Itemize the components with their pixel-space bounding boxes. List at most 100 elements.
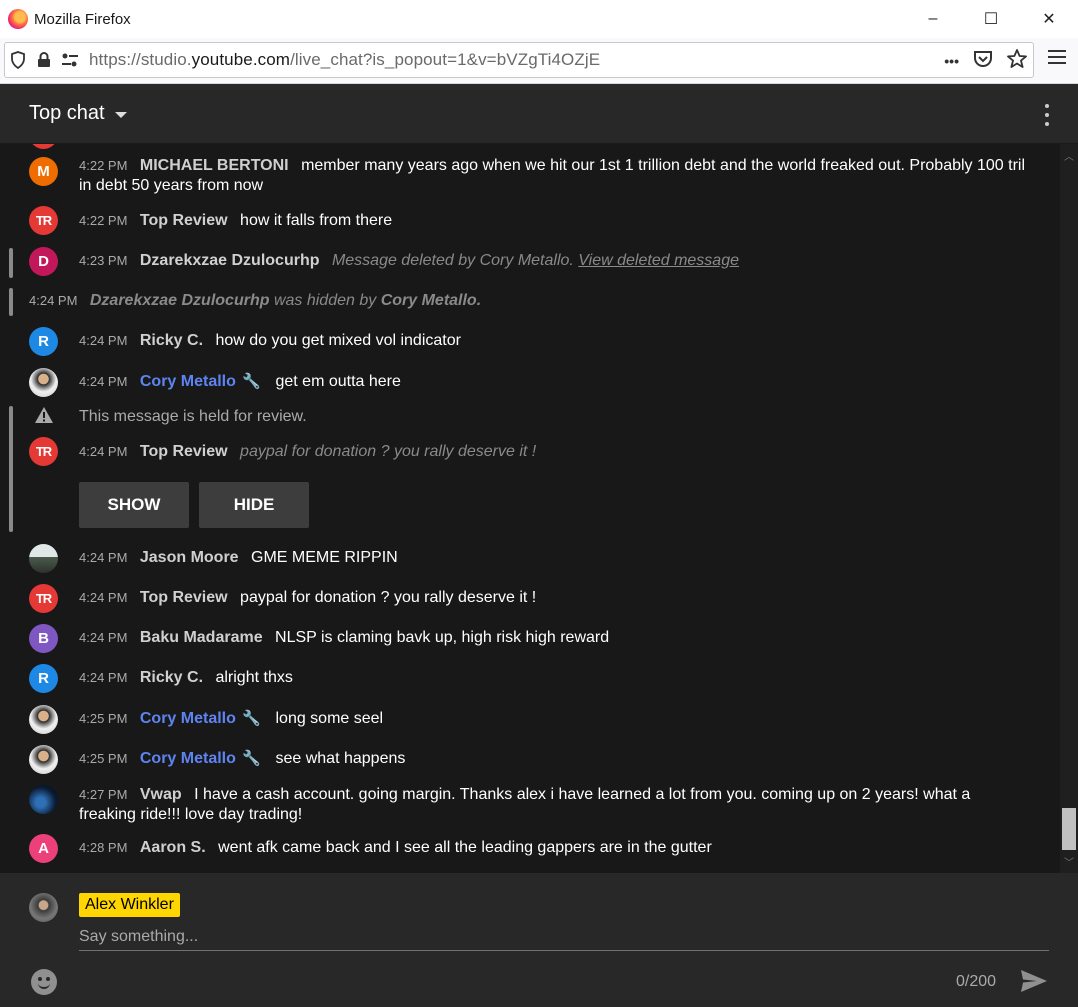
author-name[interactable]: Ricky C. bbox=[140, 332, 203, 349]
chat-message[interactable]: 4:25 PM Cory Metallo 🔧 long some seel bbox=[0, 699, 1060, 739]
warning-icon bbox=[34, 406, 54, 429]
hidden-user-notice: 4:24 PM Dzarekxzae Dzulocurhp was hidden… bbox=[0, 282, 1060, 322]
avatar bbox=[29, 785, 58, 814]
chat-message[interactable]: 4:24 PM Jason Moore GME MEME RIPPIN bbox=[0, 538, 1060, 578]
message-text: NLSP is claming bavk up, high risk high … bbox=[275, 629, 610, 646]
hidden-text: was hidden by bbox=[273, 292, 377, 309]
timestamp: 4:24 PM bbox=[79, 590, 128, 605]
timestamp: 4:27 PM bbox=[79, 787, 128, 802]
chat-message[interactable]: D 4:23 PM Dzarekxzae Dzulocurhp Message … bbox=[0, 242, 1060, 282]
chat-message[interactable]: 4:27 PM Vwap I have a cash account. goin… bbox=[0, 779, 1060, 834]
close-button[interactable]: ✕ bbox=[1020, 0, 1078, 38]
hidden-author: Dzarekxzae Dzulocurhp bbox=[89, 292, 270, 309]
chat-message[interactable]: R 4:24 PM Ricky C. alright thxs bbox=[0, 658, 1060, 698]
message-text: GME MEME RIPPIN bbox=[251, 549, 398, 566]
message-text: went afk came back and I see all the lea… bbox=[218, 839, 712, 856]
chat-composer: Alex Winkler Say something... 0/200 bbox=[0, 873, 1078, 1007]
emoji-icon[interactable] bbox=[31, 969, 57, 995]
hide-button[interactable]: HIDE bbox=[199, 482, 309, 528]
hidden-by: Cory Metallo. bbox=[380, 292, 482, 309]
chat-message[interactable]: B 4:24 PM Baku Madarame NLSP is claming … bbox=[0, 618, 1060, 658]
chat-input[interactable]: Say something... bbox=[79, 925, 1049, 951]
avatar: TR bbox=[29, 584, 58, 613]
author-name[interactable]: Top Review bbox=[140, 443, 228, 460]
scrollbar-thumb[interactable] bbox=[1062, 808, 1076, 850]
author-name[interactable]: Jason Moore bbox=[140, 549, 239, 566]
held-message-notice: This message is held for review. bbox=[0, 402, 1060, 432]
chat-scrollbar[interactable]: ︿ ﹀ bbox=[1060, 144, 1078, 873]
url-host: youtube.com bbox=[191, 50, 291, 69]
menu-icon[interactable] bbox=[1048, 50, 1066, 66]
author-name[interactable]: Cory Metallo bbox=[140, 710, 236, 727]
url-prefix: https://studio. bbox=[89, 50, 192, 69]
chat-message[interactable]: 4:24 PM Cory Metallo 🔧 get em outta here bbox=[0, 362, 1060, 402]
firefox-logo-icon bbox=[8, 9, 28, 29]
kebab-icon[interactable] bbox=[1044, 104, 1050, 126]
wrench-icon: 🔧 bbox=[242, 750, 262, 767]
timestamp: 4:24 PM bbox=[79, 670, 128, 685]
avatar bbox=[29, 368, 58, 397]
more-icon[interactable]: ••• bbox=[944, 53, 959, 69]
chat-message[interactable]: TR 4:24 PM Top Review paypal for donatio… bbox=[0, 432, 1060, 472]
deleted-message-text: Message deleted by Cory Metallo. View de… bbox=[331, 252, 739, 269]
chat-mode-dropdown[interactable]: Top chat bbox=[29, 102, 127, 125]
timestamp: 4:25 PM bbox=[79, 711, 128, 726]
held-notice-text: This message is held for review. bbox=[79, 408, 307, 425]
avatar bbox=[29, 544, 58, 573]
star-icon[interactable] bbox=[1007, 48, 1027, 74]
wrench-icon: 🔧 bbox=[242, 373, 262, 390]
scroll-up-icon[interactable]: ︿ bbox=[1064, 148, 1074, 163]
user-name-badge: Alex Winkler bbox=[79, 893, 180, 917]
message-text: paypal for donation ? you rally deserve … bbox=[240, 589, 537, 606]
view-deleted-message-link[interactable]: View deleted message bbox=[578, 252, 739, 269]
maximize-button[interactable]: ☐ bbox=[962, 0, 1020, 38]
avatar: A bbox=[29, 834, 58, 863]
wrench-icon: 🔧 bbox=[242, 710, 262, 727]
timestamp: 4:23 PM bbox=[79, 253, 128, 268]
window-title: Mozilla Firefox bbox=[34, 10, 131, 28]
show-button[interactable]: SHOW bbox=[79, 482, 189, 528]
lock-icon[interactable] bbox=[31, 42, 57, 78]
send-icon[interactable] bbox=[1020, 969, 1048, 993]
timestamp: 4:25 PM bbox=[79, 751, 128, 766]
timestamp: 4:24 PM bbox=[79, 550, 128, 565]
author-name[interactable]: Baku Madarame bbox=[140, 629, 263, 646]
url-bar[interactable]: https://studio.youtube.com/live_chat?is_… bbox=[4, 42, 1034, 78]
message-text: see what happens bbox=[275, 750, 406, 767]
chat-message[interactable]: 4:25 PM Cory Metallo 🔧 see what happens bbox=[0, 739, 1060, 779]
avatar: M bbox=[29, 157, 58, 186]
minimize-button[interactable]: – bbox=[904, 0, 962, 38]
permissions-icon[interactable] bbox=[57, 42, 83, 78]
message-text: alright thxs bbox=[215, 669, 293, 686]
author-name[interactable]: Top Review bbox=[140, 589, 228, 606]
url-text[interactable]: https://studio.youtube.com/live_chat?is_… bbox=[89, 50, 600, 70]
message-text: paypal for donation ? you rally deserve … bbox=[240, 443, 537, 460]
author-name[interactable]: Cory Metallo bbox=[140, 373, 236, 390]
chat-message[interactable]: R 4:24 PM Ricky C. how do you get mixed … bbox=[0, 322, 1060, 362]
chat-feed[interactable]: M 4:22 PM MICHAEL BERTONI member many ye… bbox=[0, 144, 1078, 873]
avatar: TR bbox=[29, 206, 58, 235]
author-name[interactable]: Top Review bbox=[140, 212, 228, 229]
author-name[interactable]: Aaron S. bbox=[140, 839, 206, 856]
message-text: I have a cash account. going margin. Tha… bbox=[79, 786, 971, 823]
timestamp: 4:22 PM bbox=[79, 213, 128, 228]
avatar bbox=[29, 745, 58, 774]
chat-message[interactable]: M 4:22 PM MICHAEL BERTONI member many ye… bbox=[0, 144, 1060, 202]
author-name[interactable]: Ricky C. bbox=[140, 669, 203, 686]
scroll-down-icon[interactable]: ﹀ bbox=[1064, 854, 1074, 869]
author-name[interactable]: Vwap bbox=[140, 786, 182, 803]
message-text: get em outta here bbox=[275, 373, 401, 390]
url-suffix: /live_chat?is_popout=1&v=bVZgTi4OZjE bbox=[290, 50, 601, 69]
pocket-icon[interactable] bbox=[973, 50, 993, 73]
shield-icon[interactable] bbox=[5, 42, 31, 78]
chat-message[interactable]: TR 4:24 PM Top Review paypal for donatio… bbox=[0, 578, 1060, 618]
chat-message[interactable]: A 4:28 PM Aaron S. went afk came back an… bbox=[0, 834, 1060, 873]
timestamp: 4:24 PM bbox=[79, 630, 128, 645]
chat-message[interactable]: TR 4:22 PM Top Review how it falls from … bbox=[0, 202, 1060, 242]
avatar: R bbox=[29, 327, 58, 356]
author-name[interactable]: Dzarekxzae Dzulocurhp bbox=[140, 252, 320, 269]
author-name[interactable]: MICHAEL BERTONI bbox=[140, 157, 289, 174]
author-name[interactable]: Cory Metallo bbox=[140, 750, 236, 767]
timestamp: 4:24 PM bbox=[79, 444, 128, 459]
window-titlebar: Mozilla Firefox – ☐ ✕ bbox=[0, 0, 1078, 38]
